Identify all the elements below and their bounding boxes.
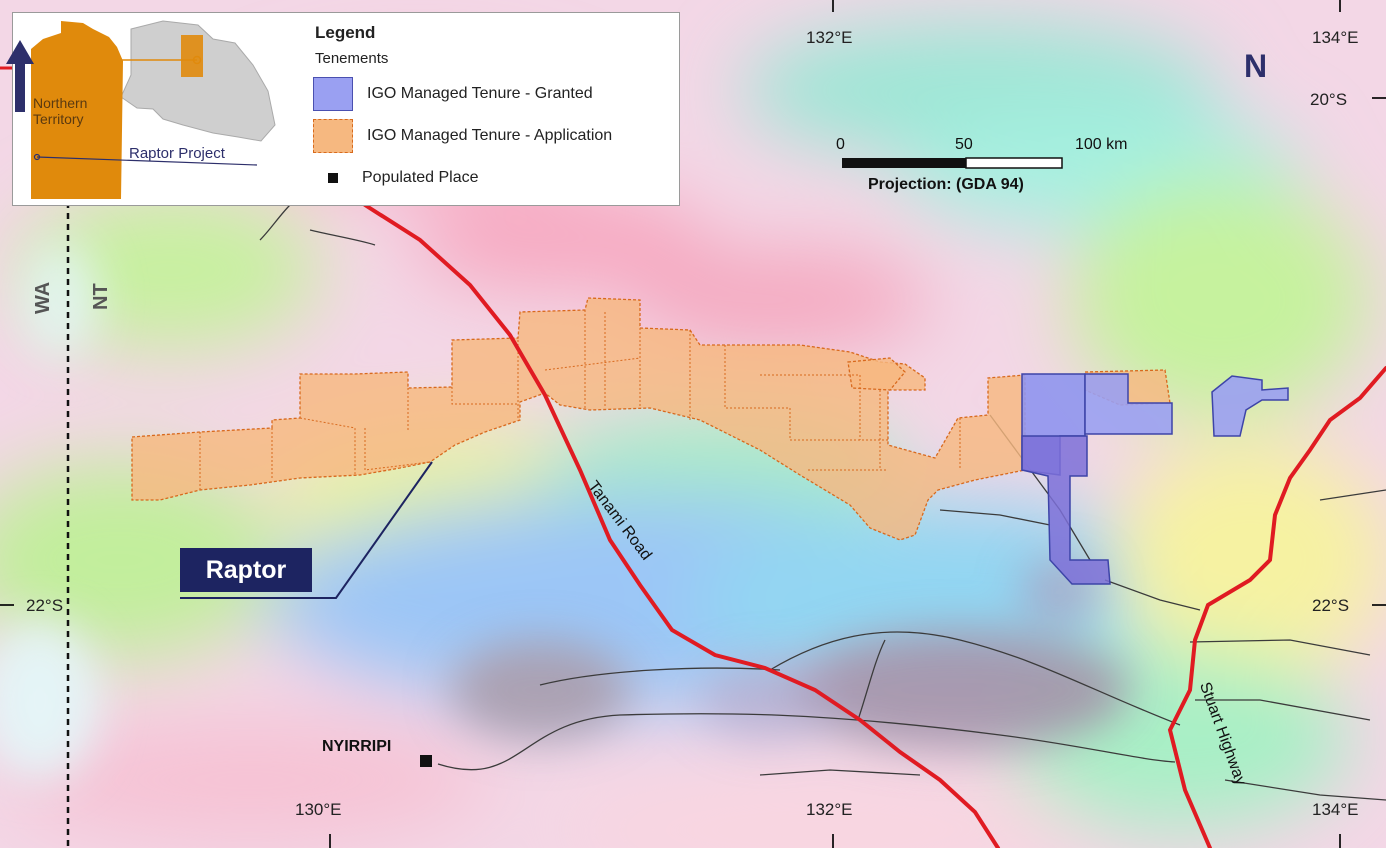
raptor-callout[interactable]: Raptor <box>180 548 312 592</box>
granted-swatch <box>313 77 353 111</box>
legend-panel: Northern Territory Raptor Project Legend… <box>12 12 680 206</box>
border-label-nt: NT <box>90 283 112 310</box>
legend-label-application: IGO Managed Tenure - Application <box>367 127 613 144</box>
lon-label-bottom-130: 130°E <box>295 800 342 819</box>
legend-title: Legend <box>315 23 376 42</box>
legend-item-populated-place: Populated Place <box>313 161 479 195</box>
legend-item-granted: IGO Managed Tenure - Granted <box>313 77 593 111</box>
scale-tick-0: 0 <box>836 136 845 153</box>
lon-label-top-134: 134°E <box>1312 28 1359 47</box>
north-arrow-icon <box>6 40 34 112</box>
border-label-wa: WA <box>32 281 54 314</box>
lon-label-bottom-134: 134°E <box>1312 800 1359 819</box>
projection-label: Projection: (GDA 94) <box>868 176 1024 193</box>
inset-project-label: Raptor Project <box>129 145 225 162</box>
lat-label-22s-left: 22°S <box>26 596 64 615</box>
legend-label-granted: IGO Managed Tenure - Granted <box>367 85 593 102</box>
populated-place-icon <box>328 173 338 183</box>
map-canvas[interactable]: Northern Territory Raptor Project Legend… <box>0 0 1386 848</box>
legend-item-application: IGO Managed Tenure - Application <box>313 119 612 153</box>
scale-bar <box>842 157 1063 169</box>
scale-tick-100: 100 km <box>1075 136 1128 153</box>
populated-place-marker[interactable] <box>420 755 432 767</box>
application-swatch <box>313 119 353 153</box>
lon-label-top-132: 132°E <box>806 28 853 47</box>
north-label: N <box>1244 48 1268 84</box>
legend-label-populated-place: Populated Place <box>362 169 479 186</box>
lat-label-20s: 20°S <box>1310 90 1348 109</box>
scale-tick-50: 50 <box>955 136 973 153</box>
inset-region-label: Northern Territory <box>33 95 88 127</box>
lon-label-bottom-132: 132°E <box>806 800 853 819</box>
place-label-nyirripi: NYIRRIPI <box>322 738 392 755</box>
legend-subtitle: Tenements <box>315 50 389 67</box>
lat-label-22s-right: 22°S <box>1312 596 1350 615</box>
